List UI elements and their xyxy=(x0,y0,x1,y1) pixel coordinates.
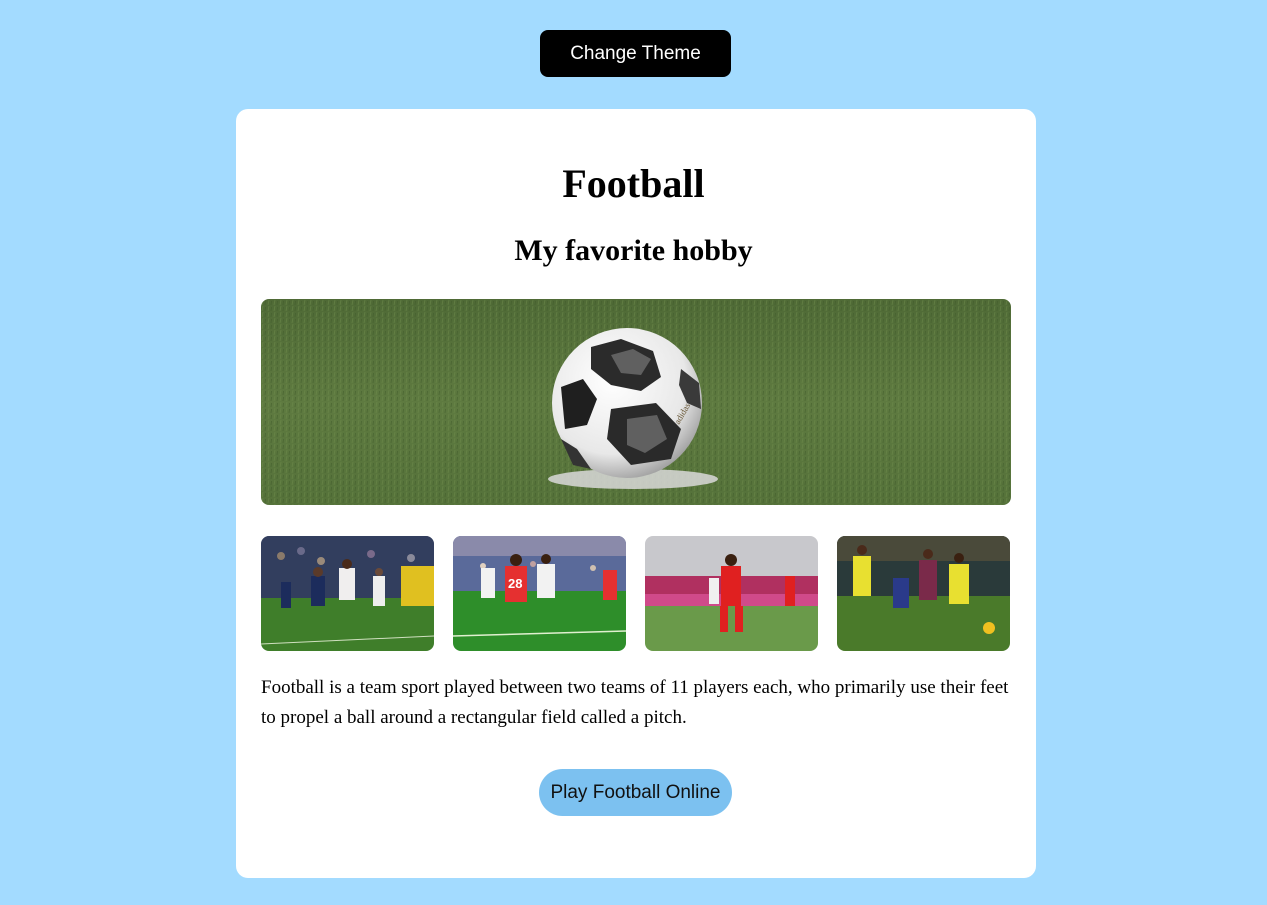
page-subtitle: My favorite hobby xyxy=(514,234,753,267)
hero-image: adidas xyxy=(261,299,1011,505)
description-text: Football is a team sport played between … xyxy=(261,677,1009,728)
page-title: Football xyxy=(562,161,705,206)
thumbnail-red-player-dribbling xyxy=(645,536,818,651)
svg-text:28: 28 xyxy=(508,576,522,591)
change-theme-button[interactable]: Change Theme xyxy=(540,30,731,77)
thumbnail-yellow-team-match xyxy=(837,536,1010,651)
thumbnail-psg-match xyxy=(261,536,434,651)
thumbnail-red-white-match: 28 xyxy=(453,536,626,651)
play-football-online-button[interactable]: Play Football Online xyxy=(539,769,732,816)
